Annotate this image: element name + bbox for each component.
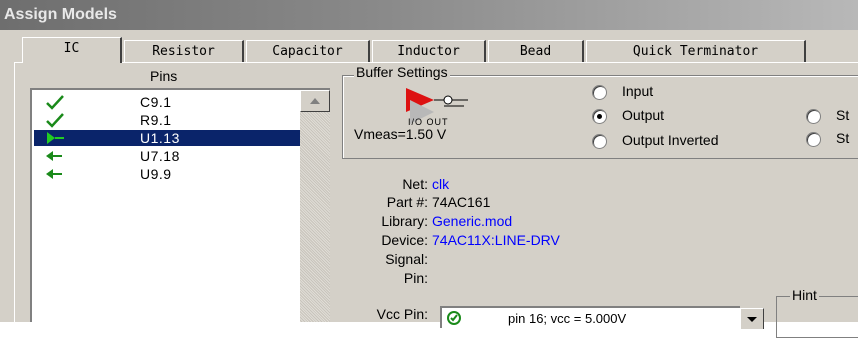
tab-quick-terminator[interactable]: Quick Terminator xyxy=(586,40,806,62)
pin-name: U1.13 xyxy=(140,130,180,146)
list-item[interactable]: U7.18 xyxy=(34,148,304,164)
checkmark-icon xyxy=(46,95,64,110)
pin-name: U9.9 xyxy=(140,166,172,182)
vmeas-value: Vmeas=1.50 V xyxy=(354,126,447,142)
receiver-arrow-icon xyxy=(46,151,62,161)
library-label: Library: xyxy=(381,213,428,229)
window-title: Assign Models xyxy=(4,6,117,23)
list-item[interactable]: U9.9 xyxy=(34,166,304,182)
list-item[interactable]: R9.1 xyxy=(34,112,304,128)
radio-output[interactable] xyxy=(592,109,607,124)
pins-list[interactable]: C9.1 R9.1 U1.13 U7.18 U9.9 xyxy=(30,88,330,322)
pin-name: C9.1 xyxy=(140,94,172,110)
vcc-pin-label: Vcc Pin: xyxy=(376,306,428,322)
vcc-pin-value: pin 16; vcc = 5.000V xyxy=(508,311,627,326)
radio-input[interactable] xyxy=(592,85,607,100)
vcc-dropdown-button[interactable] xyxy=(740,308,764,329)
buffer-settings-title: Buffer Settings xyxy=(354,64,450,80)
chevron-down-icon xyxy=(747,317,757,322)
tab-ic[interactable]: IC xyxy=(22,37,122,63)
vcc-pin-select[interactable]: pin 16; vcc = 5.000V xyxy=(440,306,740,328)
arrow-up-icon xyxy=(310,98,320,104)
radio-st-2[interactable] xyxy=(806,132,821,147)
hint-title: Hint xyxy=(790,287,819,303)
radio-st-1[interactable] xyxy=(806,109,821,124)
pin-label: Pin: xyxy=(403,270,428,286)
receiver-arrow-icon xyxy=(46,169,62,179)
pin-name: R9.1 xyxy=(140,112,172,128)
net-label: Net: xyxy=(402,176,428,192)
radio-st-2-label: St xyxy=(836,130,850,146)
tab-strip: IC Resistor Capacitor Inductor Bead Quic… xyxy=(0,37,858,64)
pins-scrollbar[interactable] xyxy=(300,90,330,322)
device-value: 74AC11X:LINE-DRV xyxy=(432,232,560,248)
radio-output-inverted[interactable] xyxy=(592,134,607,149)
pin-name: U7.18 xyxy=(140,148,180,164)
title-bar: Assign Models xyxy=(0,0,858,30)
device-label: Device: xyxy=(381,232,428,248)
list-item-selected[interactable]: U1.13 xyxy=(34,130,304,146)
radio-output-inverted-label: Output Inverted xyxy=(622,132,719,148)
radio-input-label: Input xyxy=(622,83,654,99)
pins-header: Pins xyxy=(150,68,178,84)
tab-resistor[interactable]: Resistor xyxy=(124,40,244,62)
radio-output-label: Output xyxy=(622,107,665,123)
power-pin-icon xyxy=(447,311,461,325)
tab-inductor[interactable]: Inductor xyxy=(372,40,486,62)
tab-capacitor[interactable]: Capacitor xyxy=(246,40,370,62)
list-item[interactable]: C9.1 xyxy=(34,94,304,110)
radio-st-1-label: St xyxy=(836,107,850,123)
tab-bead[interactable]: Bead xyxy=(488,40,584,62)
part-label: Part #: xyxy=(386,194,428,210)
checkmark-icon xyxy=(46,113,64,128)
scroll-up-button[interactable] xyxy=(300,90,330,112)
net-value: clk xyxy=(432,176,450,192)
driver-output-icon xyxy=(47,132,64,144)
signal-label: Signal: xyxy=(385,251,428,267)
part-value: 74AC161 xyxy=(432,194,491,210)
library-value: Generic.mod xyxy=(432,213,513,229)
